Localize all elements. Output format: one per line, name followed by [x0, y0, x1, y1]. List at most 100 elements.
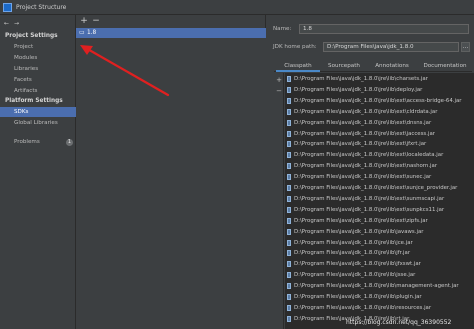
name-label: Name: — [273, 26, 292, 32]
classpath-row[interactable]: D:\Program Files\java\jdk_1.8.0\jre\lib\… — [285, 151, 474, 159]
classpath-entry: D:\Program Files\java\jdk_1.8.0\jre\lib\… — [294, 239, 413, 246]
window-title: Project Structure — [16, 4, 67, 11]
classpath-row[interactable]: D:\Program Files\java\jdk_1.8.0\jre\lib\… — [285, 239, 474, 247]
classpath-row[interactable]: D:\Program Files\java\jdk_1.8.0\jre\lib\… — [285, 293, 474, 301]
classpath-row[interactable]: D:\Program Files\java\jdk_1.8.0\jre\lib\… — [285, 282, 474, 290]
sidebar-item-sdks[interactable]: SDKs — [0, 107, 76, 117]
classpath-entry: D:\Program Files\java\jdk_1.8.0\jre\lib\… — [294, 217, 428, 224]
classpath-row[interactable]: D:\Program Files\java\jdk_1.8.0\jre\lib\… — [285, 162, 474, 170]
jar-file-icon — [287, 163, 291, 170]
arrow-right-icon[interactable]: → — [13, 20, 20, 27]
classpath-entry: D:\Program Files\java\jdk_1.8.0\jre\lib\… — [294, 119, 432, 126]
classpath-entry: D:\Program Files\java\jdk_1.8.0\jre\lib\… — [294, 294, 422, 300]
arrow-left-icon[interactable]: ← — [3, 20, 10, 27]
classpath-entry: D:\Program Files\java\jdk_1.8.0\jre\lib\… — [294, 76, 428, 82]
classpath-row[interactable]: D:\Program Files\java\jdk_1.8.0\jre\lib\… — [285, 271, 474, 279]
classpath-row[interactable]: D:\Program Files\java\jdk_1.8.0\jre\lib\… — [285, 228, 474, 236]
sidebar-item-facets[interactable]: Facets — [0, 75, 76, 85]
classpath-entry: D:\Program Files\java\jdk_1.8.0\jre\lib\… — [294, 250, 411, 257]
classpath-row[interactable]: D:\Program Files\java\jdk_1.8.0\jre\lib\… — [285, 206, 474, 214]
jdk-folder-icon: ▭ — [79, 29, 85, 36]
add-sdk-button[interactable]: + — [79, 16, 89, 26]
jar-file-icon — [287, 239, 291, 246]
jar-file-icon — [287, 76, 291, 82]
jdk-home-path-field[interactable]: D:\Program Files\java\jdk_1.8.0 — [323, 42, 459, 52]
jar-file-icon — [287, 206, 291, 213]
intellij-app-icon — [3, 3, 12, 12]
jar-file-icon — [287, 108, 291, 115]
sidebar-item-project[interactable]: Project — [0, 42, 76, 52]
sdk-list: ▭ 1.8 — [76, 28, 266, 329]
classpath-row[interactable]: D:\Program Files\java\jdk_1.8.0\jre\lib\… — [285, 217, 474, 225]
classpath-entry: D:\Program Files\java\jdk_1.8.0\jre\lib\… — [294, 206, 445, 213]
settings-sidebar: ← → Project Settings Project Modules Lib… — [0, 15, 76, 329]
sidebar-item-artifacts[interactable]: Artifacts — [0, 86, 76, 96]
browse-button[interactable]: … — [461, 42, 470, 52]
sdk-toolbar: + − — [76, 15, 266, 28]
jar-file-icon — [287, 261, 291, 268]
classpath-entry: D:\Program Files\java\jdk_1.8.0\jre\lib\… — [294, 152, 444, 159]
sdk-details-panel: Name: 1.8 JDK home path: D:\Program File… — [266, 15, 474, 329]
remove-sdk-button[interactable]: − — [91, 16, 101, 26]
classpath-toolbar: + − — [274, 73, 284, 329]
sidebar-item-global-libraries[interactable]: Global Libraries — [0, 118, 76, 128]
problems-label: Problems — [14, 139, 40, 145]
classpath-entry: D:\Program Files\java\jdk_1.8.0\jre\lib\… — [294, 272, 416, 279]
sdk-tabs: Classpath Sourcepath Annotations Documen… — [274, 60, 472, 72]
sdk-list-item[interactable]: ▭ 1.8 — [76, 28, 266, 38]
jar-file-icon — [287, 250, 291, 257]
remove-path-button[interactable]: − — [275, 87, 283, 95]
classpath-entry: D:\Program Files\java\jdk_1.8.0\jre\lib\… — [294, 86, 423, 93]
classpath-entry: D:\Program Files\java\jdk_1.8.0\jre\lib\… — [294, 228, 424, 235]
jar-file-icon — [287, 86, 291, 93]
classpath-row[interactable]: D:\Program Files\java\jdk_1.8.0\jre\lib\… — [285, 97, 474, 105]
sdk-name-label: 1.8 — [87, 30, 97, 36]
jar-file-icon — [287, 97, 291, 104]
jar-file-icon — [287, 304, 291, 311]
tab-documentation[interactable]: Documentation — [418, 60, 472, 72]
jar-file-icon — [287, 294, 291, 300]
classpath-row[interactable]: D:\Program Files\java\jdk_1.8.0\jre\lib\… — [285, 249, 474, 257]
project-settings-header: Project Settings — [5, 33, 58, 39]
classpath-row[interactable]: D:\Program Files\java\jdk_1.8.0\jre\lib\… — [285, 86, 474, 94]
title-bar: Project Structure — [0, 0, 474, 15]
classpath-row[interactable]: D:\Program Files\java\jdk_1.8.0\jre\lib\… — [285, 195, 474, 203]
sdk-name-field[interactable]: 1.8 — [299, 24, 469, 34]
classpath-row[interactable]: D:\Program Files\java\jdk_1.8.0\jre\lib\… — [285, 108, 474, 116]
watermark: https://blog.csdn.net/qq_36390552 — [346, 319, 452, 326]
jar-file-icon — [287, 174, 291, 181]
classpath-row[interactable]: D:\Program Files\java\jdk_1.8.0\jre\lib\… — [285, 184, 474, 192]
classpath-entry: D:\Program Files\java\jdk_1.8.0\jre\lib\… — [294, 195, 445, 202]
jdk-home-path-label: JDK home path: — [273, 44, 317, 50]
sidebar-item-modules[interactable]: Modules — [0, 53, 76, 63]
classpath-row[interactable]: D:\Program Files\java\jdk_1.8.0\jre\lib\… — [285, 75, 474, 83]
classpath-entry: D:\Program Files\java\jdk_1.8.0\jre\lib\… — [294, 283, 459, 290]
classpath-entry: D:\Program Files\java\jdk_1.8.0\jre\lib\… — [294, 130, 435, 137]
classpath-row[interactable]: D:\Program Files\java\jdk_1.8.0\jre\lib\… — [285, 173, 474, 181]
jar-file-icon — [287, 195, 291, 202]
add-path-button[interactable]: + — [275, 76, 283, 84]
classpath-row[interactable]: D:\Program Files\java\jdk_1.8.0\jre\lib\… — [285, 119, 474, 127]
classpath-entry: D:\Program Files\java\jdk_1.8.0\jre\lib\… — [294, 97, 462, 104]
tab-classpath[interactable]: Classpath — [276, 60, 320, 72]
sidebar-item-libraries[interactable]: Libraries — [0, 64, 76, 74]
classpath-row[interactable]: D:\Program Files\java\jdk_1.8.0\jre\lib\… — [285, 140, 474, 148]
classpath-row[interactable]: D:\Program Files\java\jdk_1.8.0\jre\lib\… — [285, 304, 474, 312]
classpath-entry: D:\Program Files\java\jdk_1.8.0\jre\lib\… — [294, 108, 438, 115]
classpath-entry: D:\Program Files\java\jdk_1.8.0\jre\lib\… — [294, 304, 432, 311]
jar-file-icon — [287, 272, 291, 279]
classpath-entry: D:\Program Files\java\jdk_1.8.0\jre\lib\… — [294, 261, 421, 268]
classpath-row[interactable]: D:\Program Files\java\jdk_1.8.0\jre\lib\… — [285, 130, 474, 138]
classpath-row[interactable]: D:\Program Files\java\jdk_1.8.0\jre\lib\… — [285, 260, 474, 268]
classpath-entry: D:\Program Files\java\jdk_1.8.0\jre\lib\… — [294, 185, 458, 191]
jar-file-icon — [287, 217, 291, 224]
jar-file-icon — [287, 315, 291, 322]
jar-file-icon — [287, 130, 291, 137]
jar-file-icon — [287, 283, 291, 290]
tab-annotations[interactable]: Annotations — [368, 60, 416, 72]
sidebar-navigation: ← → — [3, 20, 73, 28]
sidebar-item-problems[interactable]: Problems 1 — [0, 137, 76, 147]
tab-sourcepath[interactable]: Sourcepath — [322, 60, 366, 72]
classpath-entry: D:\Program Files\java\jdk_1.8.0\jre\lib\… — [294, 163, 438, 170]
classpath-list: D:\Program Files\java\jdk_1.8.0\jre\lib\… — [285, 73, 474, 329]
